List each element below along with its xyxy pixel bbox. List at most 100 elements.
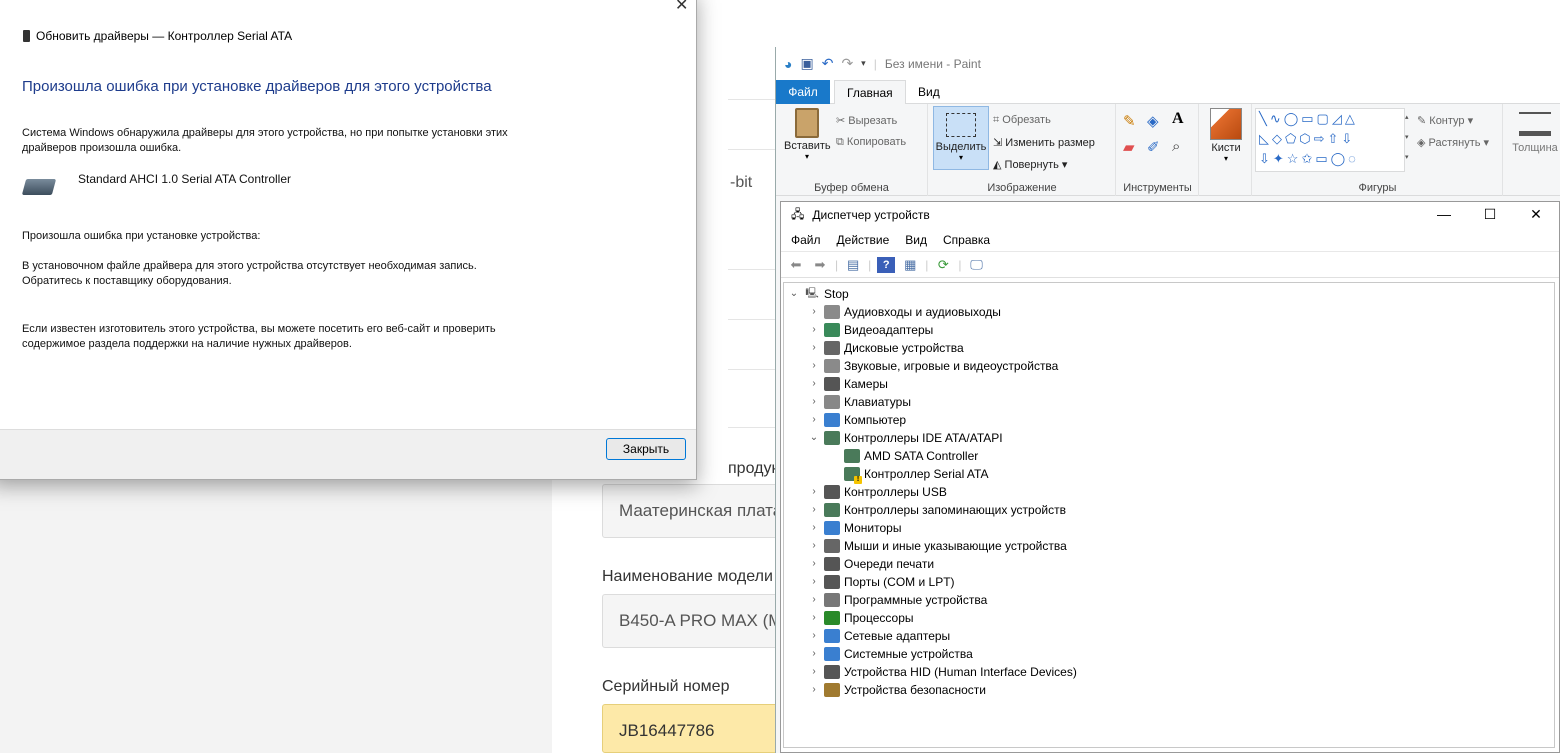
tree-category[interactable]: › Устройства HID (Human Interface Devices…	[808, 663, 1077, 681]
chevron-right-icon[interactable]: ›	[808, 339, 820, 357]
back-icon[interactable]: ⬅	[787, 257, 805, 273]
select-button[interactable]: Выделить ▾	[933, 106, 989, 170]
text-icon[interactable]: A	[1172, 110, 1184, 128]
tree-category[interactable]: › Аудиовходы и аудиовыходы	[808, 303, 1001, 321]
menu-action[interactable]: Действие	[837, 233, 890, 247]
properties-icon[interactable]: ▤	[844, 257, 862, 273]
forward-icon[interactable]: ➡	[811, 257, 829, 273]
tree-category[interactable]: › Мыши и иные указывающие устройства	[808, 537, 1067, 555]
chevron-right-icon[interactable]: ›	[808, 627, 820, 645]
tab-file[interactable]: Файл	[776, 80, 830, 104]
chevron-right-icon[interactable]: ›	[808, 645, 820, 663]
tree-node-root[interactable]: ⌄ 🖳 Stop	[788, 285, 849, 303]
tree-device[interactable]: Контроллер Serial ATA	[844, 465, 988, 484]
fill-icon[interactable]: ◈	[1147, 112, 1159, 130]
chevron-right-icon[interactable]: ›	[808, 501, 820, 519]
chevron-right-icon[interactable]: ›	[808, 681, 820, 699]
eraser-icon[interactable]: ▰	[1123, 138, 1135, 156]
tree-category-label: Сетевые адаптеры	[844, 629, 951, 643]
tree-category[interactable]: ⌄ Контроллеры IDE ATA/ATAPI	[808, 429, 1003, 447]
outline-button[interactable]: ✎ Контур ▾	[1417, 114, 1473, 127]
paste-button[interactable]: Вставить ▾	[784, 108, 831, 161]
chevron-down-icon[interactable]: ⌄	[788, 285, 800, 303]
magnifier-icon[interactable]: ⌕	[1172, 138, 1180, 155]
tree-category[interactable]: › Порты (COM и LPT)	[808, 573, 955, 591]
tree-category[interactable]: › Процессоры	[808, 609, 914, 627]
scan-hardware-icon[interactable]: ⟳	[934, 257, 952, 273]
tree-category[interactable]: › Сетевые адаптеры	[808, 627, 950, 645]
cut-button[interactable]: ✂ Вырезать	[836, 114, 897, 127]
tree-device[interactable]: AMD SATA Controller	[844, 447, 978, 465]
printer-icon	[824, 557, 840, 571]
monitor-icon	[824, 413, 840, 427]
copy-button[interactable]: ⧉ Копировать	[836, 136, 906, 149]
details-icon[interactable]: ▦	[901, 257, 919, 273]
help-icon[interactable]: ?	[877, 256, 896, 273]
tab-view[interactable]: Вид	[906, 80, 952, 104]
quick-access-dropdown-icon[interactable]: ▾	[861, 58, 866, 69]
chevron-right-icon[interactable]: ›	[808, 555, 820, 573]
close-button[interactable]: Закрыть	[606, 438, 686, 460]
close-icon[interactable]: ✕	[675, 0, 688, 15]
chevron-right-icon[interactable]: ›	[808, 663, 820, 681]
brushes-group: Кисти ▾	[1200, 104, 1252, 196]
tree-category[interactable]: › Компьютер	[808, 411, 906, 429]
rotate-button[interactable]: ◭ Повернуть ▾	[993, 158, 1067, 171]
tree-category[interactable]: › Клавиатуры	[808, 393, 911, 411]
tree-category-label: Компьютер	[844, 413, 907, 427]
fill-button[interactable]: ◈ Растянуть ▾	[1417, 136, 1489, 149]
crop-button[interactable]: ⌗ Обрезать	[993, 114, 1051, 127]
save-icon[interactable]: ▣	[800, 55, 813, 72]
tab-home[interactable]: Главная	[834, 80, 906, 105]
pencil-icon[interactable]: ✎	[1123, 112, 1136, 130]
brushes-button[interactable]: Кисти ▾	[1206, 108, 1246, 163]
controller-warning-icon	[844, 467, 862, 484]
tree-category[interactable]: › Контроллеры USB	[808, 483, 947, 501]
model-label: Наименование модели	[602, 568, 773, 585]
shapes-gallery[interactable]: ╲∿◯▭▢◿△ ◺◇⬠⬡⇨⇧⇩ ⇩✦☆✩▭◯◌	[1255, 108, 1405, 172]
tree-category[interactable]: › Видеоадаптеры	[808, 321, 933, 339]
tree-category[interactable]: › Системные устройства	[808, 645, 973, 663]
thickness-button[interactable]: Толщина	[1510, 108, 1560, 154]
tree-category[interactable]: › Очереди печати	[808, 555, 934, 573]
cut-label: Вырезать	[848, 115, 898, 127]
tree-category[interactable]: › Звуковые, игровые и видеоустройства	[808, 357, 1058, 375]
maximize-icon[interactable]: ☐	[1467, 202, 1513, 228]
chevron-right-icon[interactable]: ›	[808, 591, 820, 609]
resize-button[interactable]: ⇲ Изменить размер	[993, 136, 1095, 149]
chevron-right-icon[interactable]: ›	[808, 573, 820, 591]
chevron-right-icon[interactable]: ›	[808, 519, 820, 537]
chevron-right-icon[interactable]: ›	[808, 393, 820, 411]
chevron-right-icon[interactable]: ›	[808, 609, 820, 627]
error-heading: Произошла ошибка при установке драйверов…	[22, 78, 492, 95]
menu-file[interactable]: Файл	[791, 233, 821, 247]
tree-category[interactable]: › Мониторы	[808, 519, 901, 537]
color-picker-icon[interactable]: ✐	[1147, 138, 1160, 156]
menu-view[interactable]: Вид	[905, 233, 927, 247]
tree-category[interactable]: › Дисковые устройства	[808, 339, 964, 357]
minimize-icon[interactable]: —	[1421, 202, 1467, 228]
network-icon	[824, 629, 840, 643]
chevron-right-icon[interactable]: ›	[808, 411, 820, 429]
menu-help[interactable]: Справка	[943, 233, 990, 247]
form-divider	[728, 50, 778, 100]
undo-icon[interactable]: ↶	[822, 55, 834, 72]
chevron-right-icon[interactable]: ›	[808, 537, 820, 555]
tree-category[interactable]: › Устройства безопасности	[808, 681, 986, 699]
monitor-view-icon[interactable]: 🖵	[968, 257, 986, 273]
chevron-right-icon[interactable]: ›	[808, 357, 820, 375]
shapes-scroll[interactable]: ▴ ▾ ▾	[1405, 108, 1413, 168]
chevron-right-icon[interactable]: ›	[808, 375, 820, 393]
redo-icon[interactable]: ↷	[841, 55, 853, 72]
outline-label: Контур	[1429, 115, 1465, 127]
tree-category[interactable]: › Контроллеры запоминающих устройств	[808, 501, 1066, 519]
chevron-right-icon[interactable]: ›	[808, 321, 820, 339]
close-window-icon[interactable]: ✕	[1513, 202, 1559, 228]
tree-category[interactable]: › Программные устройства	[808, 591, 987, 609]
tree-category[interactable]: › Камеры	[808, 375, 888, 393]
chevron-right-icon[interactable]: ›	[808, 483, 820, 501]
chevron-down-icon[interactable]: ⌄	[808, 429, 820, 447]
chevron-right-icon[interactable]: ›	[808, 303, 820, 321]
crop-icon: ⌗	[993, 114, 1000, 126]
tree-category-label: Дисковые устройства	[844, 341, 964, 355]
